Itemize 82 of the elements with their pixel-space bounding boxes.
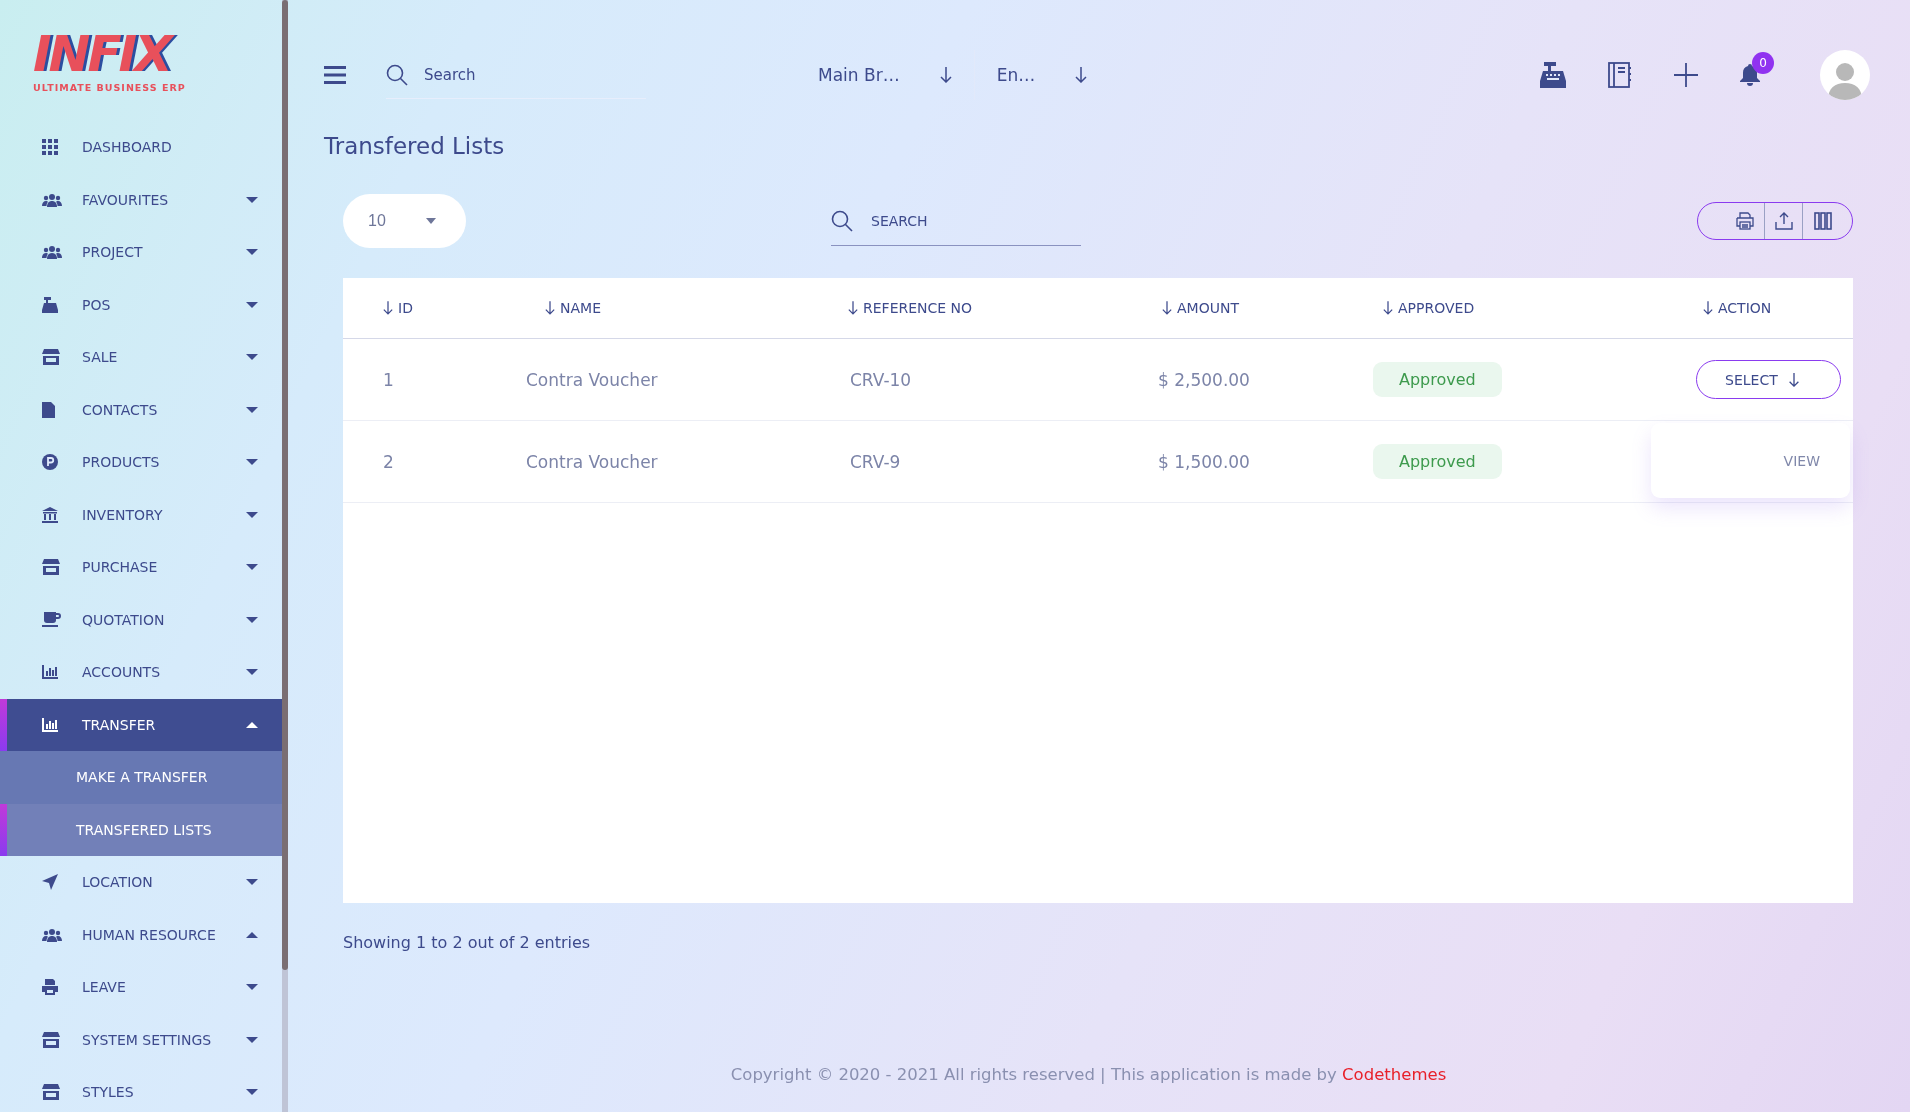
sidebar-item[interactable]: SYSTEM SETTINGS <box>0 1013 282 1066</box>
sidebar-item[interactable]: INVENTORY <box>0 488 282 541</box>
cup-icon <box>42 611 61 628</box>
search-icon <box>831 209 853 232</box>
column-header[interactable]: NAME <box>523 300 848 316</box>
notification-bell-icon[interactable] <box>1740 64 1760 86</box>
table-cell-text: Contra Voucher <box>525 369 659 390</box>
cash-register-icon <box>42 296 58 313</box>
table-cell-text: CRV-10 <box>849 369 913 390</box>
down-arrow-icon <box>1787 372 1800 387</box>
store-icon <box>42 1031 60 1048</box>
users-icon <box>42 245 62 260</box>
select-button[interactable]: SELECT <box>1696 360 1841 399</box>
sidebar-item[interactable]: TRANSFER <box>0 698 282 751</box>
add-icon[interactable] <box>1674 63 1698 87</box>
sidebar-item[interactable]: CONTACTS <box>0 383 282 436</box>
sidebar-item[interactable]: PROJECT <box>0 226 282 279</box>
menu-item[interactable]: VIEW <box>1783 452 1820 469</box>
table-cell-text: $ 2,500.00 <box>1158 369 1251 390</box>
sort-arrow-icon <box>848 300 858 316</box>
sidebar-item[interactable]: STYLES <box>0 1066 282 1112</box>
sort-arrow-icon <box>383 300 393 316</box>
caret-icon <box>426 218 436 224</box>
column-header[interactable]: APPROVED <box>1373 300 1683 316</box>
table-search-field[interactable]: SEARCH <box>869 211 1053 230</box>
sidebar-item[interactable]: SALE <box>0 331 282 384</box>
sidebar-item[interactable]: ACCOUNTS <box>0 646 282 699</box>
location-arrow-icon <box>42 874 58 891</box>
sort-arrow-icon <box>1703 300 1713 316</box>
down-arrow-icon <box>939 67 952 83</box>
language-select[interactable]: En… <box>974 50 1110 100</box>
sidebar-item[interactable]: QUOTATION <box>0 593 282 646</box>
document-icon <box>42 401 55 418</box>
sidebar-subitem[interactable]: TRANSFERED LISTS <box>0 803 282 856</box>
store-icon <box>42 349 60 366</box>
status-badge: Approved <box>1373 444 1502 479</box>
sort-arrow-icon <box>1162 300 1172 316</box>
table-cell-text: 2 <box>383 451 395 472</box>
store-icon <box>42 1084 60 1101</box>
bank-icon <box>42 506 58 523</box>
table-cell-text: Contra Voucher <box>525 451 659 472</box>
users-icon <box>42 927 62 942</box>
sidebar-subitem[interactable]: MAKE A TRANSFER <box>0 751 282 804</box>
table-cell-text: $ 1,500.00 <box>1158 451 1251 472</box>
sidebar-item[interactable]: POS <box>0 278 282 331</box>
column-header[interactable]: AMOUNT <box>1158 300 1373 316</box>
users-icon <box>42 192 62 207</box>
cash-register-icon[interactable] <box>1540 62 1566 88</box>
search-field[interactable]: Search <box>422 64 626 85</box>
table-cell-text: 1 <box>383 369 395 390</box>
entries-info: Showing 1 to 2 out of 2 entries <box>343 933 592 952</box>
down-arrow-icon <box>1075 67 1088 83</box>
table-cell-text: CRV-9 <box>849 451 902 472</box>
sidebar-item[interactable]: LOCATION <box>0 856 282 909</box>
sidebar-item[interactable]: PRODUCTS <box>0 436 282 489</box>
sort-arrow-icon <box>1383 300 1393 316</box>
sidebar-item[interactable]: HUMAN RESOURCE <box>0 908 282 961</box>
search-icon <box>386 63 408 86</box>
grid-icon <box>42 139 58 156</box>
codethemes-link[interactable]: Codethemes <box>1342 1065 1447 1084</box>
column-header[interactable]: REFERENCE NO <box>848 300 1158 316</box>
notification-count: 0 <box>1752 52 1774 74</box>
printer-icon <box>42 979 58 996</box>
page-size-select[interactable]: 10 <box>343 194 466 248</box>
menu-icon[interactable] <box>324 66 346 84</box>
sidebar-item[interactable]: FAVOURITES <box>0 173 282 226</box>
bar-chart-icon <box>42 717 58 732</box>
column-header[interactable]: ACTION <box>1683 300 1853 316</box>
sidebar-item[interactable]: PURCHASE <box>0 541 282 594</box>
copyright-text: Copyright © 2020 - 2021 All rights reserved | This application is made by Codethemes <box>729 1065 1448 1086</box>
page-title: Transfered Lists <box>324 132 506 161</box>
letter-p-icon <box>42 454 58 471</box>
sidebar-item[interactable]: LEAVE <box>0 961 282 1014</box>
store-icon <box>42 559 60 576</box>
notebook-icon[interactable] <box>1608 62 1632 88</box>
status-badge: Approved <box>1373 362 1502 397</box>
sort-arrow-icon <box>545 300 555 316</box>
sidebar-item[interactable]: DASHBOARD <box>0 121 282 174</box>
branch-select[interactable]: Main Br… <box>796 50 974 100</box>
column-header[interactable]: ID <box>383 300 523 316</box>
logo-tagline: ULTIMATE BUSINESS ERP <box>33 82 186 93</box>
bar-chart-icon <box>42 665 58 680</box>
